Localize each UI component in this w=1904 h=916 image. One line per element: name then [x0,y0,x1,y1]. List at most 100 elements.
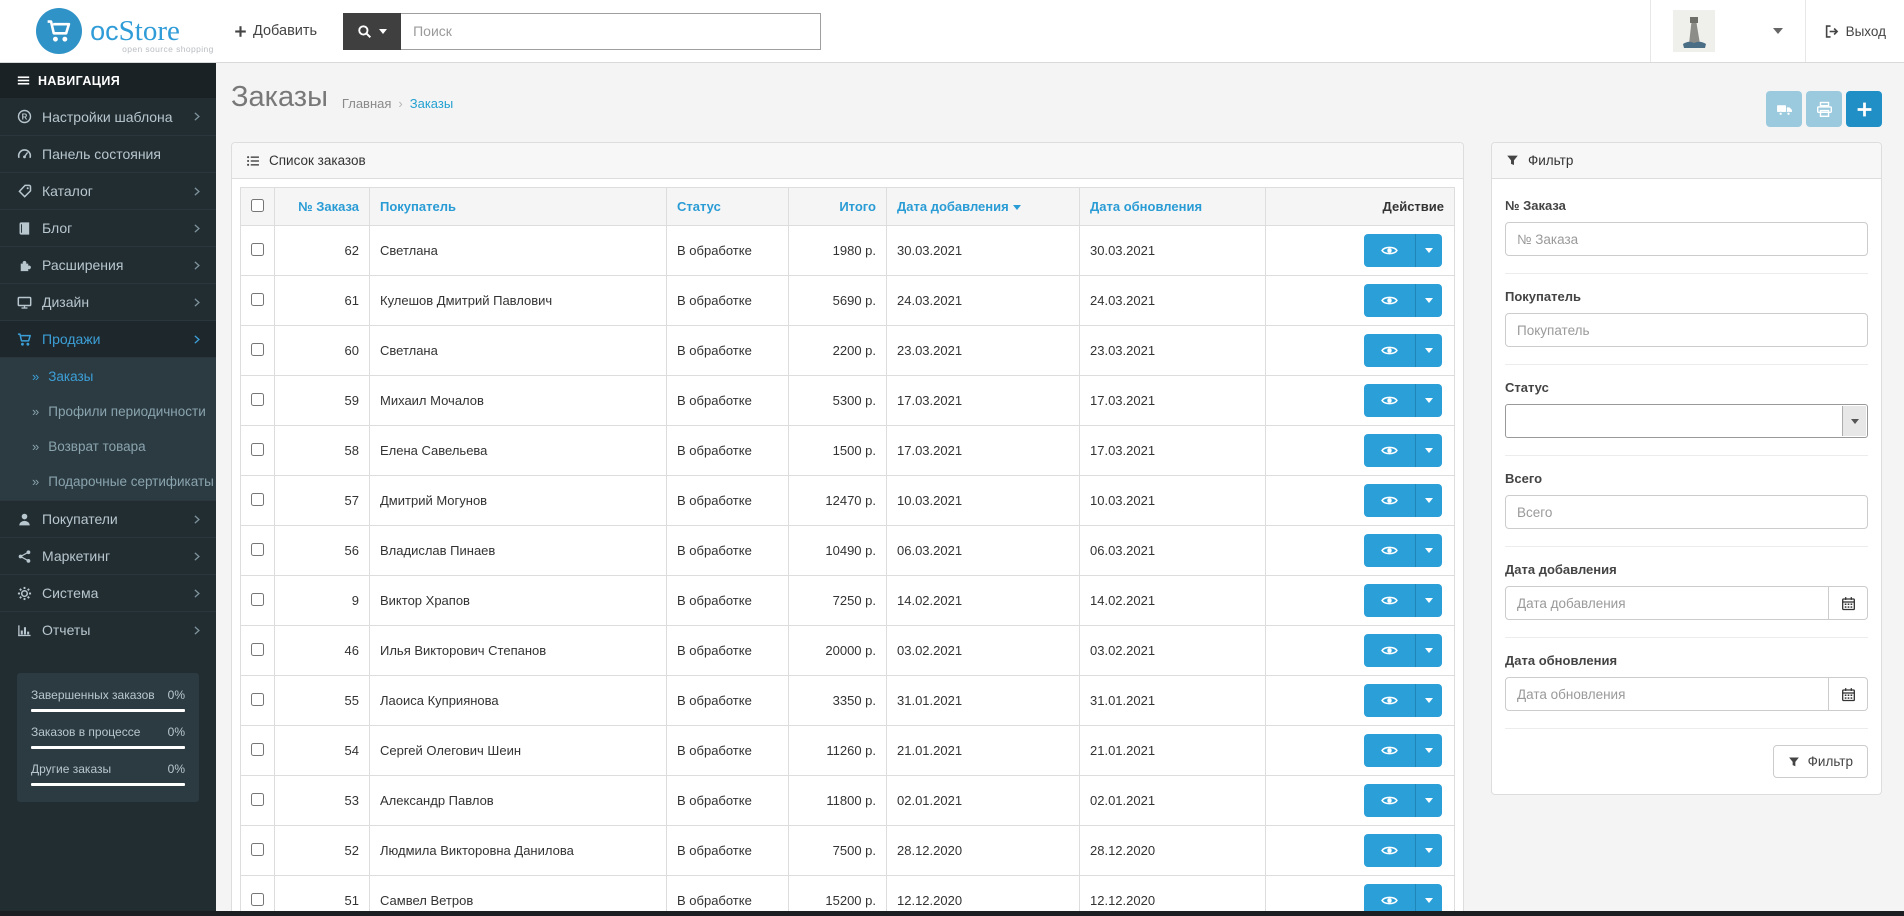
order-actions-dropdown[interactable] [1416,634,1442,667]
shipping-list-button[interactable] [1766,91,1802,127]
double-chevron-icon: » [32,474,40,489]
sidebar-item-system[interactable]: Система [0,574,216,611]
cell-order-id: 58 [274,425,370,476]
logo-tagline: open source shopping [122,43,214,54]
row-checkbox[interactable] [251,292,264,306]
table-row: 9 Виктор Храпов В обработке 7250 р. 14.0… [240,575,1455,626]
truck-icon [1776,101,1793,118]
row-checkbox[interactable] [251,392,264,406]
row-checkbox[interactable] [251,592,264,606]
view-order-button[interactable] [1364,534,1416,567]
apply-filter-button[interactable]: Фильтр [1772,745,1868,778]
order-actions-dropdown[interactable] [1416,784,1442,817]
row-checkbox[interactable] [251,642,264,656]
top-header: ocStore open source shopping Добавить Вы… [0,0,1904,63]
breadcrumb-home[interactable]: Главная [342,96,391,111]
action-button-group [1364,684,1442,717]
view-order-button[interactable] [1364,784,1416,817]
sidebar-item-sales[interactable]: Продажи [0,320,216,357]
logout-button[interactable]: Выход [1804,0,1904,62]
view-order-button[interactable] [1364,434,1416,467]
caret-down-icon [1425,298,1433,303]
logo[interactable]: ocStore open source shopping [0,0,216,62]
row-checkbox[interactable] [251,542,264,556]
column-sort-order-id[interactable]: № Заказа [298,199,359,214]
filter-date-modified-input[interactable] [1505,677,1829,711]
row-checkbox[interactable] [251,492,264,506]
order-actions-dropdown[interactable] [1416,834,1442,867]
column-sort-date-added[interactable]: Дата добавления [897,199,1009,214]
order-actions-dropdown[interactable] [1416,734,1442,767]
view-order-button[interactable] [1364,484,1416,517]
filter-customer-input[interactable] [1505,313,1868,347]
view-order-button[interactable] [1364,634,1416,667]
order-actions-dropdown[interactable] [1416,484,1442,517]
sidebar-subitem-recurring-profiles[interactable]: » Профили периодичности [0,394,216,429]
eye-icon [1381,342,1398,359]
sidebar-subitem-gift-vouchers[interactable]: » Подарочные сертификаты [0,464,216,499]
select-all-checkbox[interactable] [251,198,264,212]
caret-down-icon [1425,648,1433,653]
breadcrumb-current[interactable]: Заказы [410,96,453,111]
column-sort-customer[interactable]: Покупатель [380,199,456,214]
search-input[interactable] [401,12,822,50]
view-order-button[interactable] [1364,734,1416,767]
row-checkbox[interactable] [251,892,264,906]
row-checkbox[interactable] [251,792,264,806]
date-added-calendar-button[interactable] [1829,586,1868,620]
view-order-button[interactable] [1364,834,1416,867]
add-button[interactable]: Добавить [234,23,317,39]
order-actions-dropdown[interactable] [1416,384,1442,417]
order-actions-dropdown[interactable] [1416,684,1442,717]
sidebar-item-blog[interactable]: Блог [0,209,216,246]
column-sort-status[interactable]: Статус [677,199,721,214]
row-checkbox[interactable] [251,692,264,706]
view-order-button[interactable] [1364,384,1416,417]
row-checkbox[interactable] [251,842,264,856]
sidebar-item-customers[interactable]: Покупатели [0,500,216,537]
cell-total: 1980 р. [788,225,887,276]
order-actions-dropdown[interactable] [1416,234,1442,267]
user-menu[interactable] [1649,0,1805,62]
print-invoice-button[interactable] [1806,91,1842,127]
view-order-button[interactable] [1364,334,1416,367]
sidebar-item-template-settings[interactable]: Настройки шаблона [0,98,216,135]
filter-status-select[interactable] [1505,404,1868,438]
order-actions-dropdown[interactable] [1416,284,1442,317]
caret-down-icon [1425,348,1433,353]
sidebar-item-dashboard[interactable]: Панель состояния [0,135,216,172]
add-order-button[interactable] [1846,91,1882,127]
date-modified-calendar-button[interactable] [1829,677,1868,711]
view-order-button[interactable] [1364,584,1416,617]
filter-total-input[interactable] [1505,495,1868,529]
cell-total: 2200 р. [788,325,887,376]
cell-order-id: 51 [274,875,370,916]
sidebar-item-design[interactable]: Дизайн [0,283,216,320]
logo-text: ocStore open source shopping [90,14,214,54]
cell-date-modified: 21.01.2021 [1079,725,1266,776]
search-button[interactable] [343,12,402,50]
order-actions-dropdown[interactable] [1416,334,1442,367]
order-actions-dropdown[interactable] [1416,584,1442,617]
sidebar-subitem-returns[interactable]: » Возврат товара [0,429,216,464]
row-checkbox[interactable] [251,742,264,756]
view-order-button[interactable] [1364,284,1416,317]
view-order-button[interactable] [1364,684,1416,717]
orders-panel-body: № Заказа Покупатель Статус Итого Дата до… [232,179,1463,916]
view-order-button[interactable] [1364,234,1416,267]
sidebar-item-extensions[interactable]: Расширения [0,246,216,283]
order-actions-dropdown[interactable] [1416,434,1442,467]
order-actions-dropdown[interactable] [1416,534,1442,567]
sidebar-item-catalog[interactable]: Каталог [0,172,216,209]
table-row: 46 Илья Викторович Степанов В обработке … [240,625,1455,676]
sidebar-item-marketing[interactable]: Маркетинг [0,537,216,574]
sidebar-subitem-orders[interactable]: » Заказы [0,359,216,394]
column-sort-date-modified[interactable]: Дата обновления [1090,199,1202,214]
column-sort-total[interactable]: Итого [839,199,876,214]
filter-date-added-input[interactable] [1505,586,1829,620]
filter-order-id-input[interactable] [1505,222,1868,256]
sidebar-item-reports[interactable]: Отчеты [0,611,216,648]
row-checkbox[interactable] [251,242,264,256]
row-checkbox[interactable] [251,342,264,356]
row-checkbox[interactable] [251,442,264,456]
